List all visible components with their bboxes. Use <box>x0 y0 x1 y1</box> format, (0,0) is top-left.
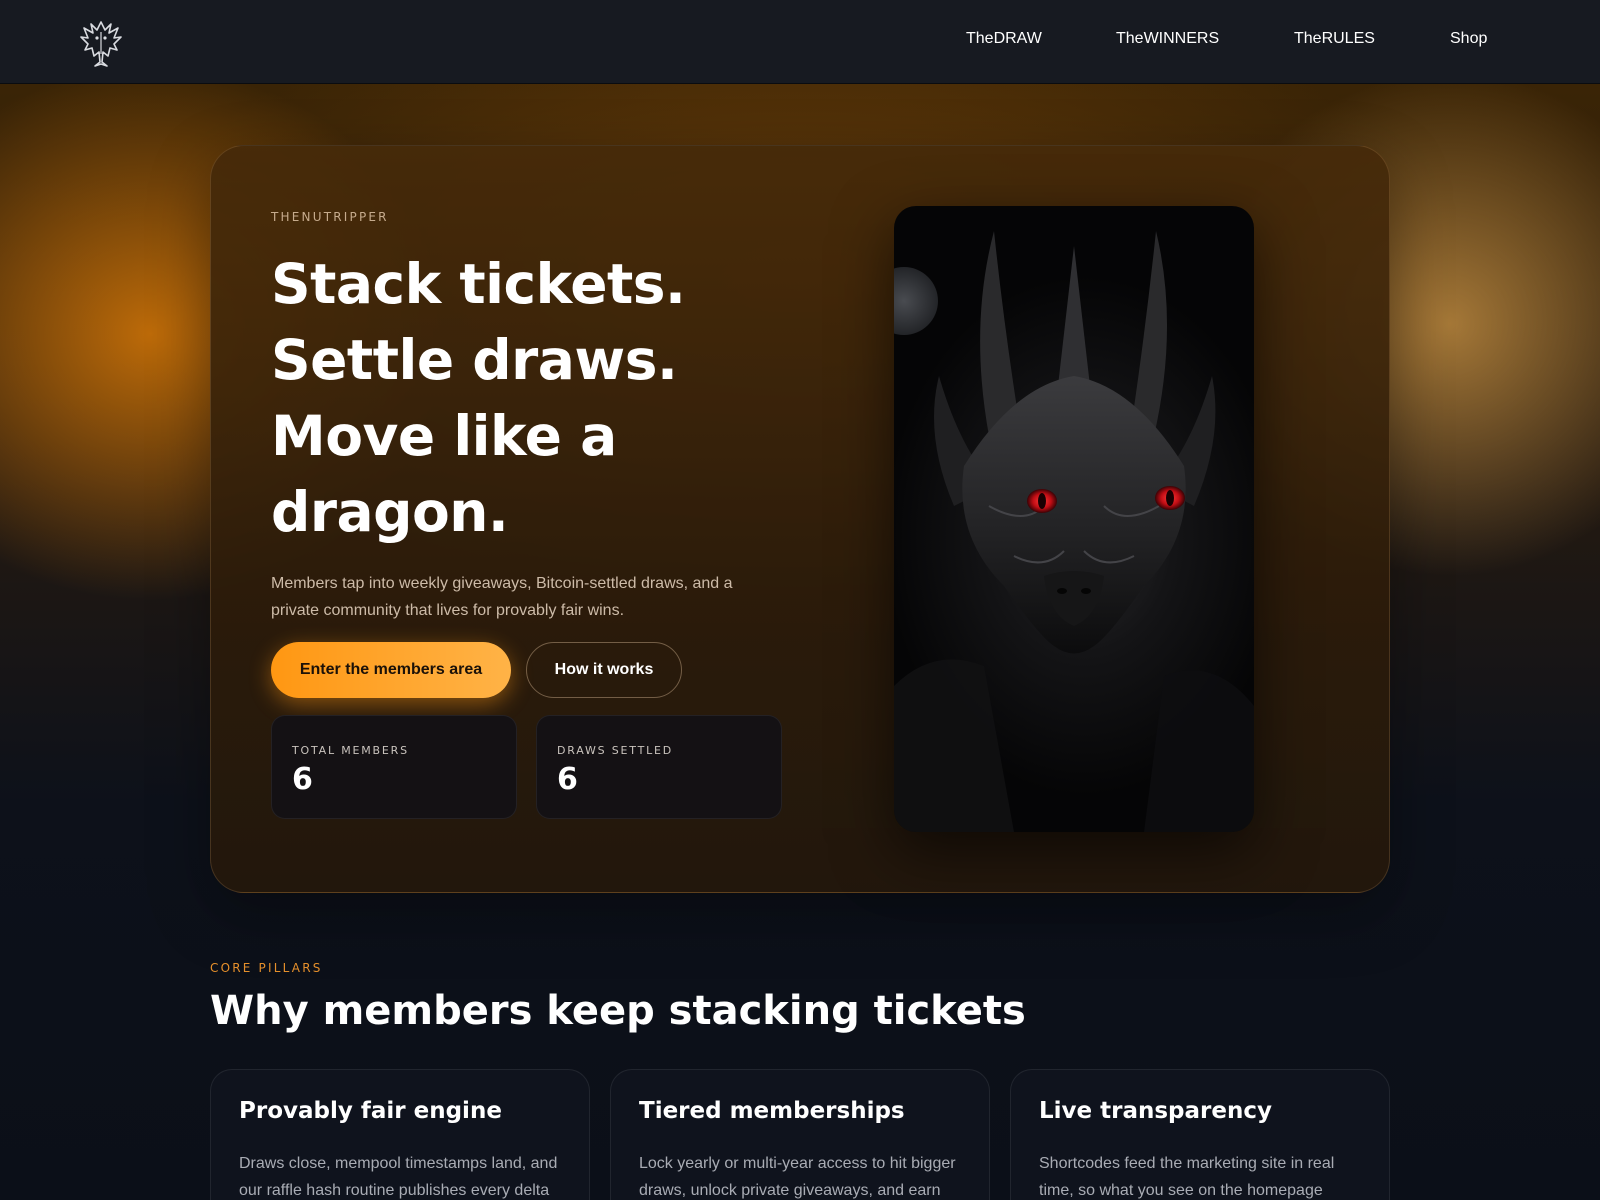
stat-total-members: TOTAL MEMBERS 6 <box>271 715 517 819</box>
hero-title-line: Stack tickets. <box>271 252 686 316</box>
stat-value: 6 <box>292 762 313 797</box>
hero-title-line: dragon. <box>271 480 509 544</box>
enter-members-area-button[interactable]: Enter the members area <box>271 642 511 698</box>
hero-title-line: Move like a <box>271 404 617 468</box>
hero-description: Members tap into weekly giveaways, Bitco… <box>271 575 733 619</box>
stat-value: 6 <box>557 762 578 797</box>
pillar-title: Live transparency <box>1039 1098 1272 1124</box>
pillar-title: Provably fair engine <box>239 1098 502 1124</box>
hero-eyebrow: THENUTRIPPER <box>271 210 389 224</box>
pillar-text: Draws close, mempool timestamps land, an… <box>239 1155 558 1199</box>
pillar-card-live-transparency: Live transparency Shortcodes feed the ma… <box>1010 1069 1390 1200</box>
dragon-emblem-icon[interactable] <box>78 18 124 68</box>
stat-draws-settled: DRAWS SETTLED 6 <box>536 715 782 819</box>
nav-link-shop[interactable]: Shop <box>1450 30 1487 48</box>
pillars-title: Why members keep stacking tickets <box>210 988 1026 1034</box>
pillar-card-provably-fair: Provably fair engine Draws close, mempoo… <box>210 1069 590 1200</box>
stat-label: TOTAL MEMBERS <box>292 744 409 757</box>
site-header: TheDRAW TheWINNERS TheRULES Shop <box>0 0 1600 84</box>
pillar-text: Shortcodes feed the marketing site in re… <box>1039 1155 1335 1199</box>
pillars-eyebrow: CORE PILLARS <box>210 961 323 975</box>
stat-label: DRAWS SETTLED <box>557 744 674 757</box>
nav-link-thedraw[interactable]: TheDRAW <box>966 30 1042 48</box>
how-it-works-button[interactable]: How it works <box>526 642 682 698</box>
pillar-text: Lock yearly or multi-year access to hit … <box>639 1155 956 1199</box>
pillar-title: Tiered memberships <box>639 1098 905 1124</box>
hero-title: Stack tickets. Settle draws. Move like a… <box>271 246 831 550</box>
pillar-card-tiered-memberships: Tiered memberships Lock yearly or multi-… <box>610 1069 990 1200</box>
hero-card: THENUTRIPPER Stack tickets. Settle draws… <box>210 145 1390 893</box>
hero-title-line: Settle draws. <box>271 328 678 392</box>
dragon-portrait-image <box>894 206 1254 832</box>
nav-link-thewinners[interactable]: TheWINNERS <box>1116 30 1219 48</box>
nav-link-therules[interactable]: TheRULES <box>1294 30 1375 48</box>
